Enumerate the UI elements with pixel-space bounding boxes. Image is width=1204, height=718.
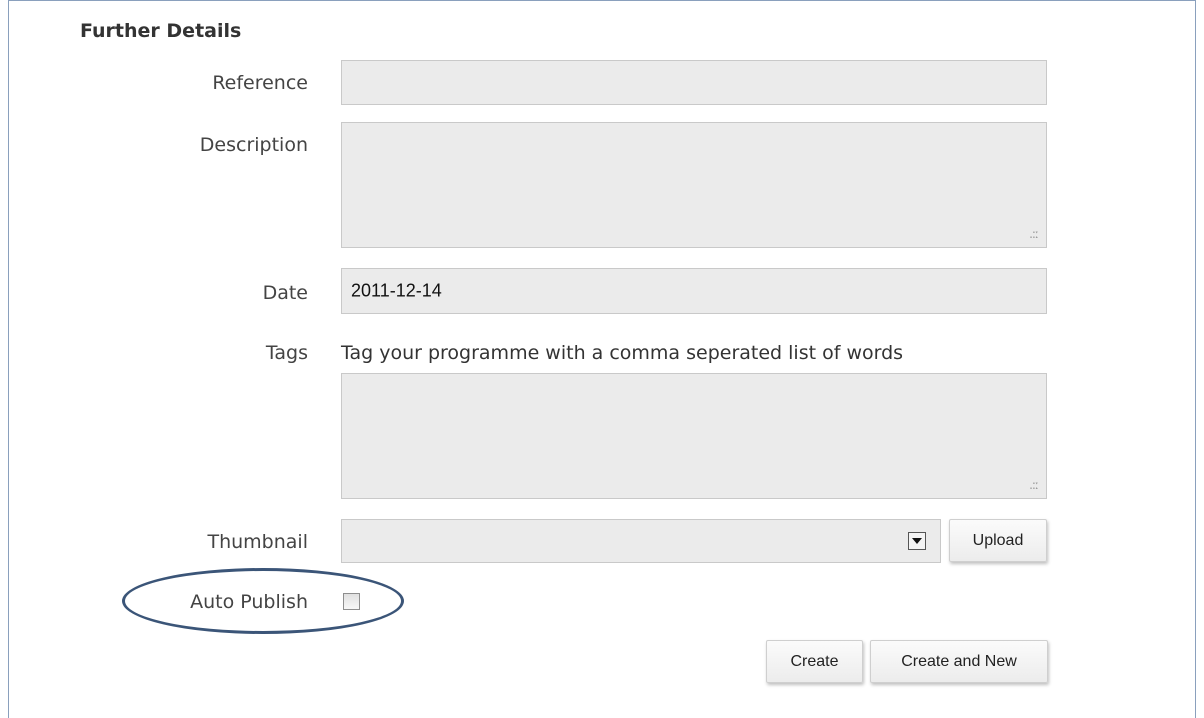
create-and-new-button[interactable]: Create and New [870,640,1048,683]
date-value: 2011-12-14 [351,280,442,301]
reference-input[interactable] [341,60,1047,105]
description-label: Description [199,134,308,156]
resize-grip-icon[interactable]: .:ː [1029,479,1039,491]
create-button[interactable]: Create [766,640,863,683]
date-label: Date [262,282,308,304]
resize-grip-icon[interactable]: .:ː [1029,228,1039,240]
tags-textarea[interactable]: .:ː [341,373,1047,499]
tags-label: Tags [265,342,308,364]
date-input[interactable]: 2011-12-14 [341,268,1047,314]
upload-button[interactable]: Upload [949,519,1047,562]
dropdown-arrow-icon[interactable] [908,532,926,550]
section-title: Further Details [80,20,242,42]
reference-label: Reference [212,72,308,94]
description-textarea[interactable]: .:ː [341,122,1047,248]
tags-hint: Tag your programme with a comma seperate… [341,342,904,364]
thumbnail-select[interactable] [341,519,941,563]
highlight-annotation [122,568,404,634]
thumbnail-label: Thumbnail [207,531,308,553]
